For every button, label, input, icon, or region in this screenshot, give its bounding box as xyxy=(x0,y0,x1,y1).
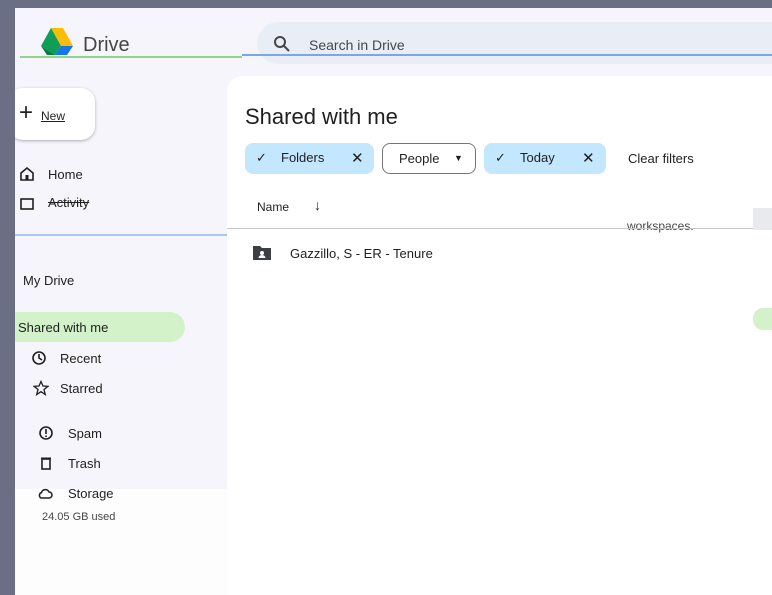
workspaces-label: workspaces. xyxy=(627,219,694,233)
drive-logo-icon[interactable] xyxy=(39,26,75,56)
clear-filters-button[interactable]: Clear filters xyxy=(628,151,694,166)
drive-window: Drive Search in Drive + New Home Activit… xyxy=(15,8,772,595)
sidebar-item-label: Storage xyxy=(68,486,114,501)
sidebar-item-label: My Drive xyxy=(23,273,75,288)
table-row[interactable]: Gazzillo, S - ER - Tenure xyxy=(237,239,757,267)
filter-chip-label: Folders xyxy=(281,150,325,165)
filter-chip-folders[interactable]: ✓ Folders ✕ xyxy=(245,143,374,174)
sidebar-item-label: Recent xyxy=(60,351,102,366)
divider xyxy=(15,234,248,236)
app-name: Drive xyxy=(83,34,130,56)
clock-icon xyxy=(32,351,46,365)
plus-icon: + xyxy=(19,99,34,126)
spam-icon xyxy=(39,426,53,440)
arrow-down-icon[interactable]: ↓ xyxy=(314,197,321,213)
sidebar-item-recent[interactable]: Recent xyxy=(15,343,248,373)
check-icon: ✓ xyxy=(495,150,506,165)
sidebar-item-storage[interactable]: Storage xyxy=(15,478,248,508)
sidebar-item-label: Activity xyxy=(48,195,90,210)
search-icon[interactable] xyxy=(273,35,291,53)
divider xyxy=(242,54,772,56)
sidebar-item-label: Spam xyxy=(68,426,102,441)
right-rail-button[interactable] xyxy=(753,208,772,230)
sidebar-item-label: Home xyxy=(48,167,83,182)
shared-icon[interactable] xyxy=(753,308,772,330)
divider xyxy=(227,228,772,229)
search-input[interactable]: Search in Drive xyxy=(309,37,405,53)
shared-folder-icon xyxy=(253,246,271,260)
filter-chip-label: People xyxy=(399,151,440,166)
sidebar-item-shared-with-me[interactable]: Shared with me xyxy=(15,312,185,342)
cloud-icon xyxy=(38,488,53,499)
filter-chip-people[interactable]: People ▼ xyxy=(382,143,476,174)
close-icon[interactable]: ✕ xyxy=(351,149,364,167)
top-bar: Drive Search in Drive xyxy=(15,8,772,66)
sidebar-item-starred[interactable]: Starred xyxy=(15,373,248,403)
sidebar-item-my-drive[interactable]: My Drive xyxy=(15,265,248,295)
storage-used: 24.05 GB used xyxy=(42,511,116,523)
sidebar: + New Home Activity My Drive Shared with… xyxy=(15,66,248,595)
close-icon[interactable]: ✕ xyxy=(582,149,595,167)
sidebar-item-home[interactable]: Home xyxy=(15,159,248,189)
sidebar-item-activity[interactable]: Activity xyxy=(15,189,248,219)
new-button-label: New xyxy=(41,109,66,123)
filter-chip-label: Today xyxy=(520,150,555,165)
sidebar-item-trash[interactable]: Trash xyxy=(15,448,248,478)
main-panel: Shared with me ✓ Folders ✕ People ▼ ✓ To… xyxy=(227,76,772,595)
home-icon xyxy=(20,166,34,181)
trash-icon xyxy=(41,457,51,470)
filter-chip-today[interactable]: ✓ Today ✕ xyxy=(484,143,606,174)
sidebar-item-label: Shared with me xyxy=(18,320,109,335)
new-button[interactable]: + New xyxy=(15,88,95,140)
chevron-down-icon: ▼ xyxy=(454,153,463,163)
page-title: Shared with me xyxy=(245,104,398,129)
check-icon: ✓ xyxy=(256,150,267,165)
sidebar-item-label: Trash xyxy=(68,456,101,471)
activity-icon xyxy=(20,198,34,210)
column-header-name[interactable]: Name xyxy=(257,200,289,214)
search-bar[interactable]: Search in Drive xyxy=(257,22,772,64)
sidebar-item-label: Starred xyxy=(60,381,103,396)
star-icon xyxy=(33,380,49,396)
sidebar-item-spam[interactable]: Spam xyxy=(15,418,248,448)
divider xyxy=(20,56,242,58)
file-name: Gazzillo, S - ER - Tenure xyxy=(290,246,433,261)
